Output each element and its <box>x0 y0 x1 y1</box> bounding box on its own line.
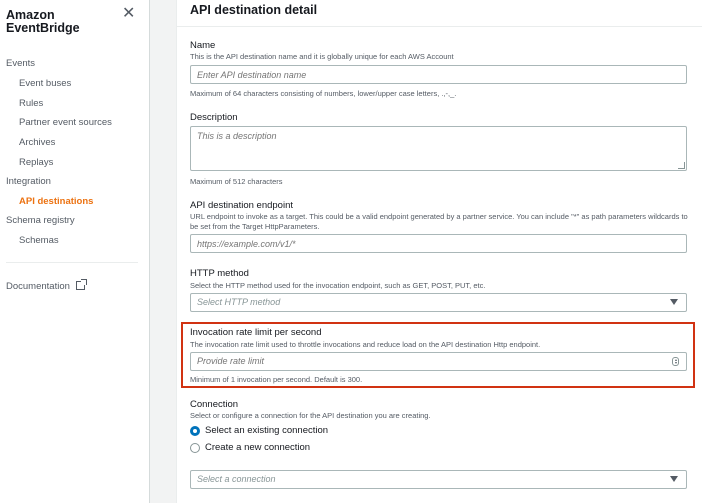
name-hint: Maximum of 64 characters consisting of n… <box>190 89 457 98</box>
sidebar-item-archives[interactable]: Archives <box>19 137 55 149</box>
description-label: Description <box>190 112 238 123</box>
http-method-select-value: Select HTTP method <box>197 297 281 307</box>
rate-limit-description: The invocation rate limit used to thrott… <box>190 340 541 349</box>
external-link-icon <box>75 279 87 290</box>
sidebar-item-api-destinations[interactable]: API destinations <box>19 196 93 208</box>
close-icon[interactable]: ✕ <box>122 6 135 22</box>
documentation-label: Documentation <box>6 281 70 292</box>
resize-handle-icon[interactable] <box>678 162 685 169</box>
sidebar-item-rules[interactable]: Rules <box>19 98 43 110</box>
rate-limit-input-wrap <box>190 352 687 371</box>
panel-header: API destination detail <box>177 0 702 27</box>
name-label: Name <box>190 40 216 51</box>
sidebar-item-event-buses[interactable]: Event buses <box>19 78 71 90</box>
name-input[interactable] <box>190 65 687 84</box>
radio-new-connection[interactable] <box>190 443 200 453</box>
brand-line-2: EventBridge <box>6 21 80 35</box>
radio-existing-connection-label[interactable]: Select an existing connection <box>205 425 328 436</box>
description-textarea[interactable] <box>190 126 687 171</box>
nav-section-schema-registry[interactable]: Schema registry <box>6 215 75 227</box>
radio-existing-connection[interactable] <box>190 426 200 436</box>
documentation-link[interactable]: Documentation <box>6 279 87 293</box>
sidebar: Amazon EventBridge ✕ Events Event buses … <box>0 0 150 503</box>
nav-section-integration[interactable]: Integration <box>6 176 51 188</box>
nav-divider <box>6 262 138 263</box>
http-method-select[interactable]: Select HTTP method <box>190 293 687 312</box>
caret-down-icon <box>670 299 678 305</box>
connection-description: Select or configure a connection for the… <box>190 411 431 420</box>
nav-section-events[interactable]: Events <box>6 58 35 70</box>
sidebar-item-partner-event-sources[interactable]: Partner event sources <box>19 117 112 129</box>
endpoint-input[interactable] <box>190 234 687 253</box>
brand-title: Amazon EventBridge <box>6 9 80 35</box>
rate-limit-label: Invocation rate limit per second <box>190 327 322 338</box>
connection-select-value: Select a connection <box>197 474 276 484</box>
sidebar-item-replays[interactable]: Replays <box>19 157 53 169</box>
http-method-label: HTTP method <box>190 268 249 279</box>
panel-title: API destination detail <box>190 3 318 17</box>
number-stepper-icon[interactable] <box>672 357 679 366</box>
endpoint-label: API destination endpoint <box>190 200 293 211</box>
rate-limit-input[interactable] <box>197 353 657 369</box>
rate-limit-hint: Minimum of 1 invocation per second. Defa… <box>190 375 363 384</box>
radio-new-connection-label[interactable]: Create a new connection <box>205 442 310 453</box>
endpoint-description: URL endpoint to invoke as a target. This… <box>190 212 688 231</box>
connection-select[interactable]: Select a connection <box>190 470 687 489</box>
http-method-description: Select the HTTP method used for the invo… <box>190 281 486 290</box>
connection-label: Connection <box>190 399 239 410</box>
caret-down-icon <box>670 476 678 482</box>
description-hint: Maximum of 512 characters <box>190 177 283 186</box>
name-description: This is the API destination name and it … <box>190 52 454 61</box>
sidebar-item-schemas[interactable]: Schemas <box>19 235 59 247</box>
api-destination-detail-panel: API destination detail Name This is the … <box>176 0 702 503</box>
